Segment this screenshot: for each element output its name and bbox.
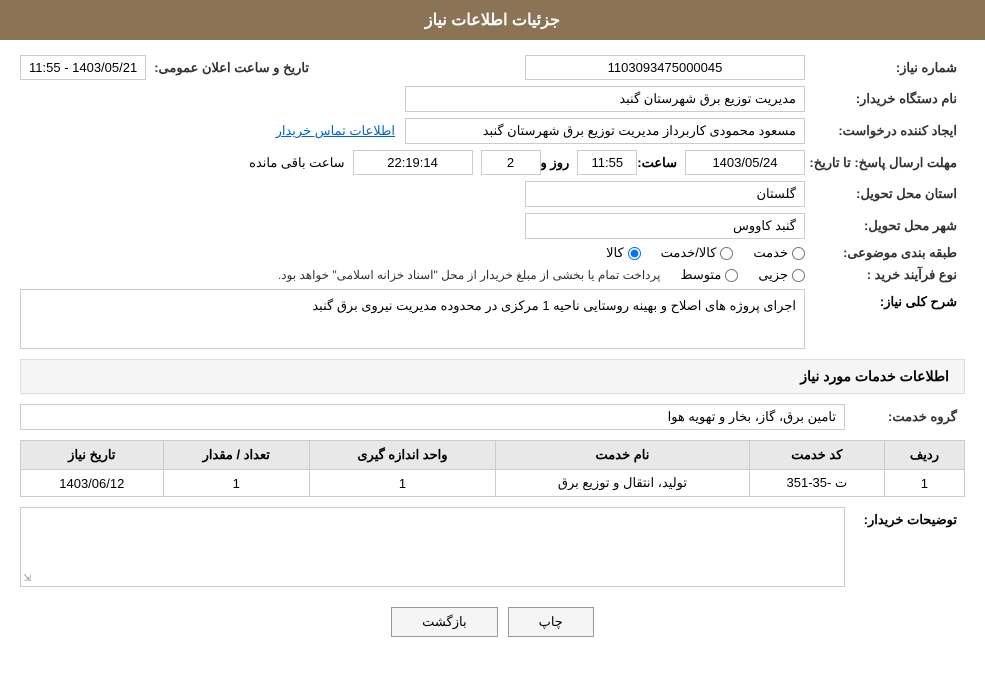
category-radio-group: خدمت کالا/خدمت کالا	[606, 245, 805, 261]
cell-service-name: تولید، انتقال و توزیع برق	[496, 470, 750, 497]
need-desc-value: اجرای پروژه های اصلاح و بهینه روستایی نا…	[20, 289, 805, 349]
col-unit: واحد اندازه گیری	[309, 441, 495, 470]
province-label: استان محل تحویل:	[805, 186, 965, 202]
cell-need-date: 1403/06/12	[21, 470, 164, 497]
creator-value: مسعود محمودی کاربرداز مدیریت توزیع برق ش…	[405, 118, 805, 144]
col-service-name: نام خدمت	[496, 441, 750, 470]
category-option-goods[interactable]: کالا	[606, 245, 641, 261]
purchase-type-note: پرداخت تمام یا بخشی از مبلغ خریدار از مح…	[278, 268, 661, 282]
deadline-remaining-label: ساعت باقی مانده	[249, 155, 344, 171]
province-value: گلستان	[525, 181, 805, 207]
page-header: جزئیات اطلاعات نیاز	[0, 0, 985, 40]
cell-unit: 1	[309, 470, 495, 497]
deadline-time-label: ساعت:	[637, 155, 677, 171]
purchase-type-medium[interactable]: متوسط	[680, 267, 738, 283]
buyer-org-label: نام دستگاه خریدار:	[805, 91, 965, 107]
city-value: گنبد کاووس	[525, 213, 805, 239]
cell-service-code: ت -35-351	[749, 470, 884, 497]
deadline-days: 2	[481, 150, 541, 175]
col-row-num: ردیف	[884, 441, 964, 470]
buyer-notes-label: توضیحات خریدار:	[845, 507, 965, 528]
back-button[interactable]: بازگشت	[391, 607, 497, 637]
need-number-value: 1103093475000045	[525, 55, 805, 80]
buyer-org-value: مدیریت توزیع برق شهرستان گنبد	[405, 86, 805, 112]
category-option-service[interactable]: خدمت	[753, 245, 805, 261]
announce-label: تاریخ و ساعت اعلان عمومی:	[154, 60, 309, 76]
deadline-days-label: روز و	[541, 155, 570, 171]
deadline-remaining: 22:19:14	[353, 150, 473, 175]
resize-icon: ⇲	[23, 573, 31, 584]
category-option-both[interactable]: کالا/خدمت	[661, 245, 734, 261]
deadline-label: مهلت ارسال پاسخ: تا تاریخ:	[805, 155, 965, 171]
print-button[interactable]: چاپ	[508, 607, 594, 637]
category-label: طبقه بندی موضوعی:	[805, 245, 965, 261]
col-service-code: کد خدمت	[749, 441, 884, 470]
services-table: ردیف کد خدمت نام خدمت واحد اندازه گیری ت…	[20, 440, 965, 497]
need-desc-label: شرح کلی نیاز:	[805, 289, 965, 310]
service-group-value: تامین برق، گاز، بخار و تهویه هوا	[20, 404, 845, 430]
purchase-type-partial[interactable]: جزیی	[758, 267, 805, 283]
purchase-type-radio-group: جزیی متوسط	[680, 267, 805, 283]
need-number-label: شماره نیاز:	[805, 60, 965, 76]
creator-link[interactable]: اطلاعات تماس خریدار	[276, 123, 395, 139]
buttons-row: چاپ بازگشت	[20, 597, 965, 647]
col-quantity: تعداد / مقدار	[163, 441, 309, 470]
creator-label: ایجاد کننده درخواست:	[805, 123, 965, 139]
services-section-title: اطلاعات خدمات مورد نیاز	[20, 359, 965, 394]
announce-value: 1403/05/21 - 11:55	[20, 55, 146, 80]
purchase-type-label: نوع فرآیند خرید :	[805, 267, 965, 283]
deadline-date: 1403/05/24	[685, 150, 805, 175]
page-title: جزئیات اطلاعات نیاز	[425, 12, 560, 29]
deadline-time: 11:55	[577, 150, 637, 175]
buyer-notes-area: ⇲	[20, 507, 845, 587]
table-row: 1 ت -35-351 تولید، انتقال و توزیع برق 1 …	[21, 470, 965, 497]
city-label: شهر محل تحویل:	[805, 218, 965, 234]
col-need-date: تاریخ نیاز	[21, 441, 164, 470]
service-group-label: گروه خدمت:	[845, 409, 965, 425]
cell-quantity: 1	[163, 470, 309, 497]
cell-row-num: 1	[884, 470, 964, 497]
